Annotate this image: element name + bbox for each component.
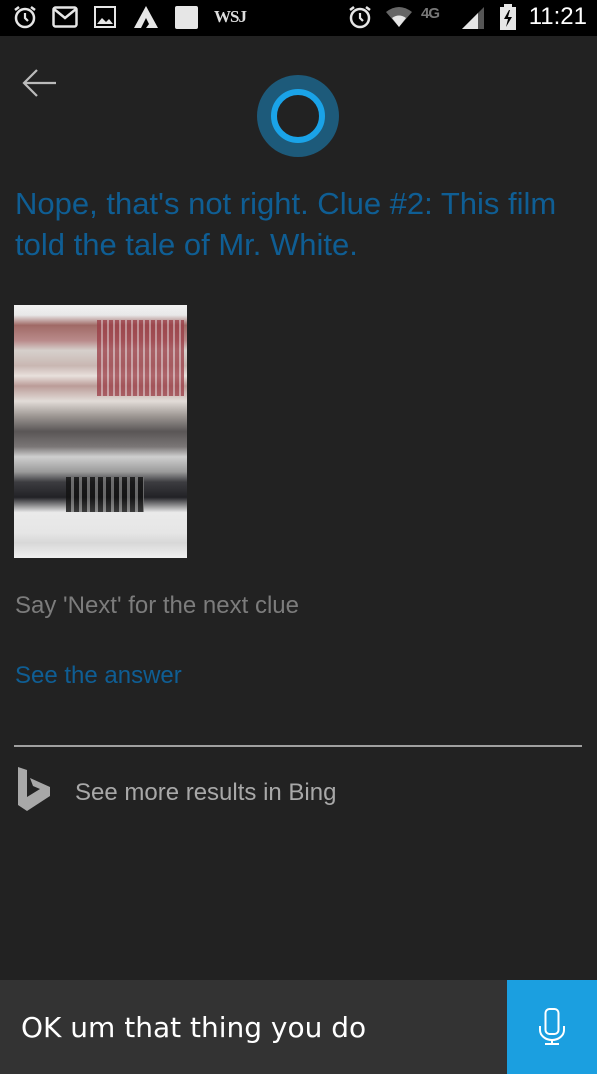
divider [14, 745, 582, 747]
bing-results-label: See more results in Bing [75, 779, 337, 806]
clock: 11:21 [528, 3, 587, 30]
film-poster-image[interactable] [14, 305, 187, 558]
cortana-icon [257, 75, 339, 157]
query-input[interactable] [0, 980, 507, 1074]
status-bar: WSJ 4G 11:21 [0, 0, 597, 36]
see-answer-link[interactable]: See the answer [15, 662, 182, 690]
back-button[interactable] [18, 62, 66, 106]
battery-charging-icon [499, 4, 517, 30]
poster-figures-band [65, 477, 144, 513]
microphone-button[interactable] [507, 980, 597, 1074]
arrow-app-icon [133, 4, 159, 30]
wsj-icon: WSJ [214, 7, 247, 26]
wifi-icon [385, 4, 413, 30]
microphone-icon [539, 1008, 565, 1045]
blank-app-icon [175, 4, 198, 30]
signal-icon [460, 4, 486, 30]
lte-icon: 4G [421, 4, 440, 22]
bing-results-link[interactable]: See more results in Bing [0, 762, 597, 822]
next-clue-hint: Say 'Next' for the next clue [15, 592, 299, 619]
alarm-icon [12, 4, 38, 30]
response-headline: Nope, that's not right. Clue #2: This fi… [15, 186, 557, 262]
query-bar [0, 980, 597, 1074]
gallery-icon [94, 4, 116, 30]
arrow-left-icon [22, 69, 56, 97]
bing-logo-icon [18, 767, 50, 811]
poster-title-band [97, 320, 184, 397]
alarm-icon [347, 4, 373, 30]
gmail-icon [52, 4, 78, 30]
